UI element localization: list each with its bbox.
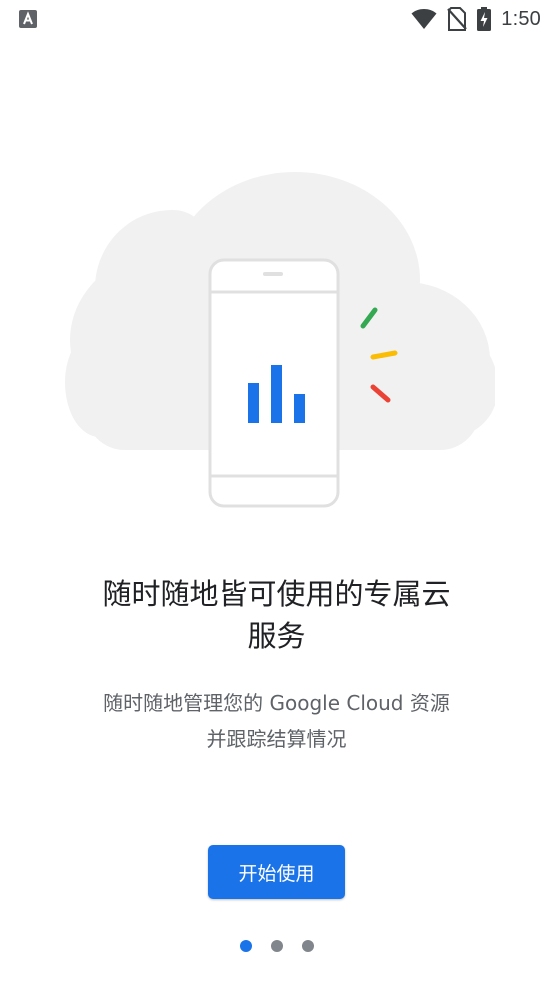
status-bar: 1:50 (0, 0, 553, 38)
onboarding-description: 随时随地管理您的 Google Cloud 资源 并跟踪结算情况 (40, 685, 513, 757)
description-line-1: 随时随地管理您的 Google Cloud 资源 (103, 691, 450, 715)
page-dot-2[interactable] (270, 940, 283, 952)
onboarding-illustration (65, 172, 495, 508)
description-line-2: 并跟踪结算情况 (206, 727, 347, 751)
status-icons: 1:50 (411, 6, 541, 32)
status-time: 1:50 (501, 7, 541, 30)
title-line-1: 随时随地皆可使用的专属云 (102, 577, 451, 611)
no-sim-icon (447, 7, 468, 31)
app-notification-icon (19, 10, 37, 28)
wifi-icon (411, 9, 437, 29)
title-line-2: 服务 (247, 619, 306, 653)
get-started-button[interactable]: 开始使用 (208, 845, 345, 899)
page-dot-1[interactable] (239, 940, 252, 952)
page-dot-3[interactable] (301, 940, 314, 952)
onboarding-title: 随时随地皆可使用的专属云 服务 (40, 573, 513, 657)
battery-charging-icon (477, 7, 492, 31)
page-indicator (0, 938, 553, 954)
